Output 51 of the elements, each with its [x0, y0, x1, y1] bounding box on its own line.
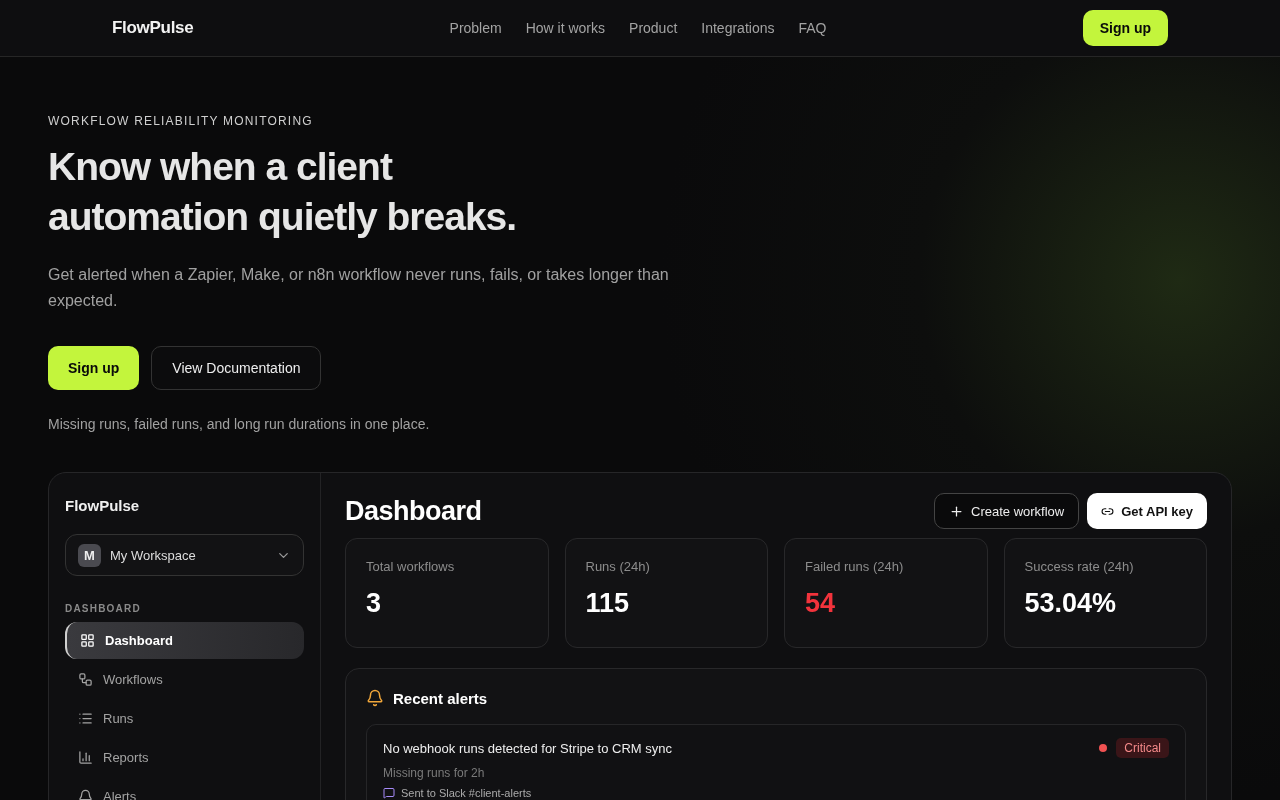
list-icon: [78, 711, 93, 726]
stat-label: Total workflows: [366, 559, 456, 574]
sidebar-item[interactable]: Runs: [65, 700, 304, 737]
sidebar-item[interactable]: Reports: [65, 739, 304, 776]
create-workflow-button[interactable]: Create workflow: [934, 493, 1080, 529]
nav-link[interactable]: How it works: [525, 20, 606, 36]
nav-link[interactable]: Product: [629, 20, 678, 36]
grid-icon: [80, 633, 95, 648]
bell-icon: [366, 689, 384, 707]
hero-subtitle: Get alerted when a Zapier, Make, or n8n workflow never runs, fails, or takes longer than expected.: [48, 265, 670, 311]
alert-detail: Missing runs for 2h: [383, 766, 486, 780]
alerts-title: Recent alerts: [393, 689, 488, 707]
sign-up-button[interactable]: Sign up: [1082, 10, 1168, 46]
stat-value: 115: [585, 588, 631, 619]
eyebrow-text: WORKFLOW RELIABILITY MONITORING: [48, 114, 314, 128]
workflow-icon: [78, 672, 93, 687]
section-label: DASHBOARD: [65, 603, 142, 614]
nav-link[interactable]: FAQ: [798, 20, 827, 36]
stat-label: Runs (24h): [585, 559, 651, 574]
sidebar-item[interactable]: Workflows: [65, 661, 304, 698]
alert-card[interactable]: No webhook runs detected for Stripe to CRM sync Critical Missing runs for 2h Sent to Slack #client-alerts: [366, 724, 1186, 800]
stat-value: 53.04%: [1024, 588, 1118, 619]
alert-title: No webhook runs detected for Stripe to CRM sync: [383, 740, 674, 756]
nav-link[interactable]: Integrations: [701, 20, 775, 36]
stat-label: Success rate (24h): [1024, 559, 1135, 574]
plus-icon: [949, 503, 964, 519]
sidebar-brand: FlowPulse: [65, 497, 141, 514]
hero-note: Missing runs, failed runs, and long run durations in one place.: [48, 416, 431, 432]
brand-logo[interactable]: FlowPulse: [112, 18, 194, 38]
sidebar-item-label: Runs: [103, 711, 134, 726]
sidebar-item-label: Reports: [103, 750, 149, 765]
documentation-button[interactable]: View Documentation: [151, 346, 322, 390]
sidebar-item-label: Dashboard: [105, 633, 173, 648]
stat-label: Failed runs (24h): [805, 559, 905, 574]
bell-icon: [78, 789, 93, 800]
sidebar-item[interactable]: Dashboard: [65, 622, 304, 659]
page-title: Dashboard: [345, 495, 483, 527]
hero-title: Know when a client automation quietly breaks.: [48, 144, 518, 240]
message-icon: [383, 787, 395, 799]
workspace-name: My Workspace: [110, 547, 197, 563]
nav-link[interactable]: Problem: [449, 20, 502, 36]
workspace-avatar: M: [78, 543, 101, 567]
chart-icon: [78, 750, 93, 765]
api-key-button[interactable]: Get API key: [1087, 493, 1207, 529]
severity-tag: Critical: [1116, 738, 1169, 758]
sign-up-button[interactable]: Sign up: [48, 346, 140, 390]
stat-value: 3: [366, 588, 383, 619]
alert-channel: Sent to Slack #client-alerts: [401, 787, 532, 799]
sidebar-item-label: Workflows: [103, 672, 163, 687]
workspace-selector[interactable]: M My Workspace: [65, 534, 304, 576]
stat-value: 54: [805, 588, 837, 619]
